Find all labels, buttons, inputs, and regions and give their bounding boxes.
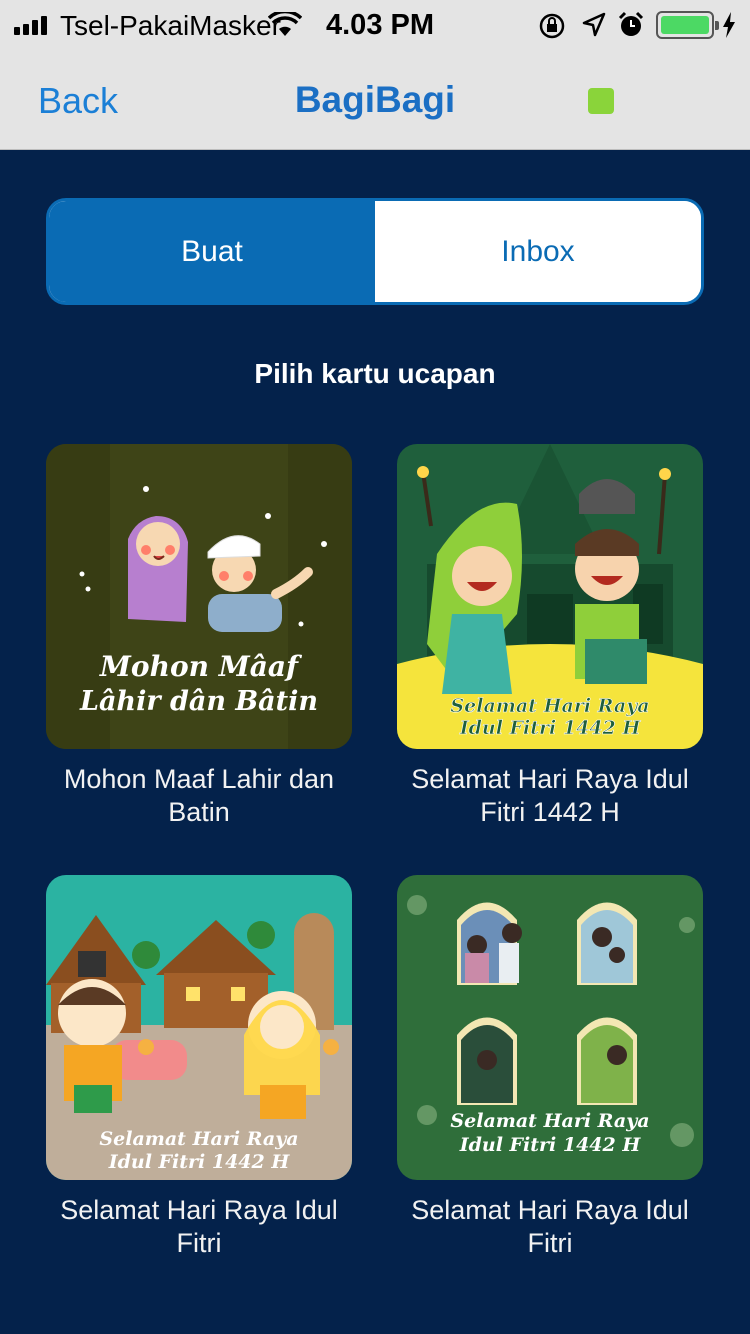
greeting-card-2[interactable]: Selamat Hari Raya Idul Fitri 1442 H Sela… <box>397 444 703 829</box>
card-label: Selamat Hari Raya Idul Fitri 1442 H <box>411 764 689 827</box>
page-title: BagiBagi <box>294 79 456 120</box>
card-label: Mohon Maaf Lahir dan Batin <box>63 764 335 827</box>
location-icon <box>582 12 606 43</box>
tab-buat[interactable]: Buat <box>49 201 375 302</box>
greeting-card-1[interactable]: Mohon Mâaf Lâhir dân Bâtin Mohon Maaf La… <box>46 444 352 829</box>
card-art-line-1: Selamat Hari Raya <box>450 1110 649 1132</box>
card-art-line-2: Idul Fitri 1442 H <box>459 1134 642 1156</box>
card-label: Selamat Hari Raya Idul Fitri <box>411 1195 689 1258</box>
rotation-lock-icon <box>538 12 566 45</box>
navigation-bar: Back BagiBagi <box>0 50 750 150</box>
status-indicator <box>588 88 614 114</box>
tab-inbox[interactable]: Inbox <box>375 201 701 302</box>
section-title: Pilih kartu ucapan <box>254 358 496 389</box>
card-art-line-1: Selamat Hari Raya <box>450 695 649 717</box>
card-image: Selamat Hari Raya Idul Fitri 1442 H <box>397 875 703 1180</box>
greeting-card-3[interactable]: Selamat Hari Raya Idul Fitri 1442 H Sela… <box>46 875 352 1260</box>
card-image: Selamat Hari Raya Idul Fitri 1442 H <box>397 444 703 749</box>
card-art-line-1: Selamat Hari Raya <box>99 1128 298 1150</box>
status-bar: Tsel-PakaiMasker 4.03 PM <box>0 0 750 50</box>
charging-icon <box>722 11 736 44</box>
segmented-control: Buat Inbox <box>46 198 704 305</box>
card-art-line-2: Idul Fitri 1442 H <box>108 1151 291 1173</box>
card-image: Mohon Mâaf Lâhir dân Bâtin <box>46 444 352 749</box>
card-art-line-2: Idul Fitri 1442 H <box>459 717 642 739</box>
battery-icon <box>656 11 719 39</box>
card-art-line-1: Mohon Mâaf <box>99 650 303 683</box>
card-label: Selamat Hari Raya Idul Fitri <box>60 1195 338 1258</box>
alarm-icon <box>617 11 645 44</box>
card-art-line-2: Lâhir dân Bâtin <box>79 686 318 717</box>
greeting-card-4[interactable]: Selamat Hari Raya Idul Fitri 1442 H Sela… <box>397 875 703 1260</box>
card-image: Selamat Hari Raya Idul Fitri 1442 H <box>46 875 352 1180</box>
